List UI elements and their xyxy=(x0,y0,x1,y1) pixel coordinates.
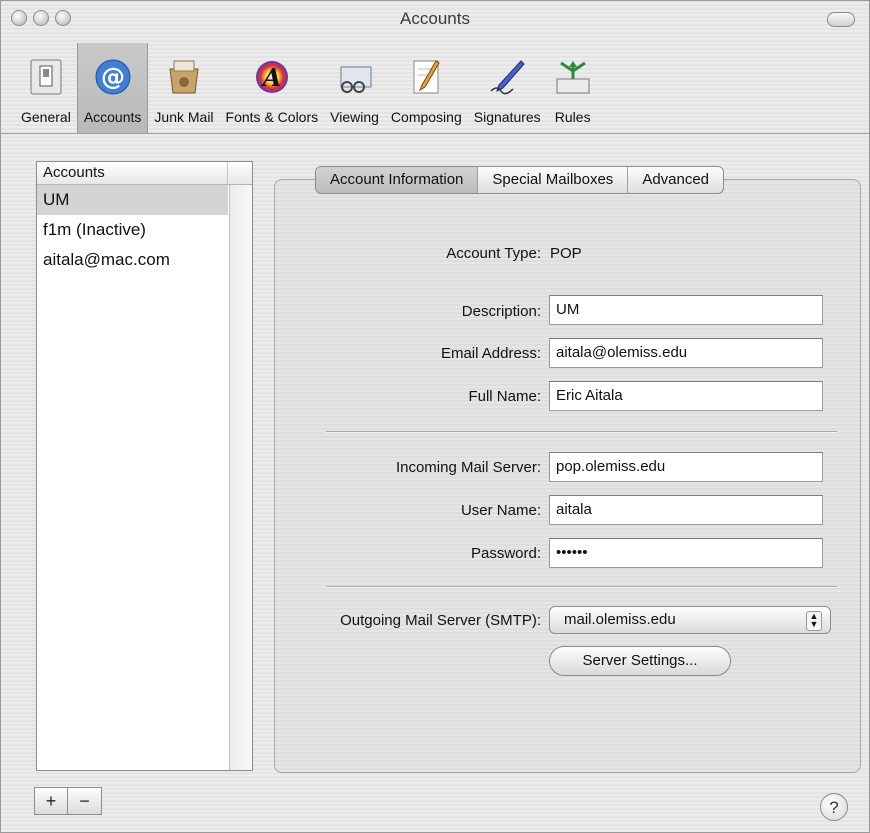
at-sign-icon: @ xyxy=(93,57,133,97)
accounts-scrollbar[interactable] xyxy=(229,185,252,770)
email-address-label: Email Address: xyxy=(440,345,541,362)
toolbar-label: Rules xyxy=(554,109,591,125)
incoming-server-label: Incoming Mail Server: xyxy=(395,459,541,476)
composing-icon xyxy=(406,57,446,97)
svg-text:A: A xyxy=(261,63,282,92)
toolbar-label: Junk Mail xyxy=(154,109,214,125)
section-divider xyxy=(326,431,837,433)
account-row-mac[interactable]: aitala@mac.com xyxy=(37,245,228,275)
toolbar-toggle-button[interactable] xyxy=(827,12,855,27)
tab-special-mailboxes[interactable]: Special Mailboxes xyxy=(477,167,627,193)
junk-mail-icon xyxy=(164,57,204,97)
help-button[interactable]: ? xyxy=(820,793,848,821)
add-account-button[interactable]: + xyxy=(34,787,68,815)
toolbar-divider xyxy=(1,133,869,134)
rules-icon xyxy=(553,57,593,97)
tab-account-information[interactable]: Account Information xyxy=(316,167,478,193)
toolbar-composing[interactable]: Composing xyxy=(385,43,468,133)
tab-advanced[interactable]: Advanced xyxy=(627,167,723,193)
smtp-server-value: mail.olemiss.edu xyxy=(564,611,676,628)
account-row-um[interactable]: UM xyxy=(37,185,228,215)
zoom-button[interactable] xyxy=(55,10,71,26)
fonts-colors-icon: A xyxy=(252,57,292,97)
section-divider xyxy=(326,586,837,588)
accounts-list[interactable]: Accounts UM f1m (Inactive) aitala@mac.co… xyxy=(36,161,253,771)
minimize-button[interactable] xyxy=(33,10,49,26)
account-add-remove: + − xyxy=(34,787,102,815)
svg-text:@: @ xyxy=(101,63,125,91)
incoming-server-field[interactable]: pop.olemiss.edu xyxy=(549,452,823,482)
toolbar-general[interactable]: General xyxy=(15,43,77,133)
toolbar-label: Composing xyxy=(390,109,462,125)
description-label: Description: xyxy=(461,303,541,320)
full-name-field[interactable]: Eric Aitala xyxy=(549,381,823,411)
toolbar-label: Fonts & Colors xyxy=(225,109,319,125)
full-name-label: Full Name: xyxy=(468,388,541,405)
toolbar-label: Signatures xyxy=(473,109,541,125)
toolbar-signatures[interactable]: Signatures xyxy=(468,43,547,133)
window-controls xyxy=(11,10,71,26)
signature-pen-icon xyxy=(487,57,527,97)
email-address-field[interactable]: aitala@olemiss.edu xyxy=(549,338,823,368)
user-name-label: User Name: xyxy=(460,502,541,519)
toolbar-junk-mail[interactable]: Junk Mail xyxy=(148,43,219,133)
title-bar: Accounts xyxy=(1,1,869,37)
account-type-label: Account Type: xyxy=(446,245,541,262)
up-down-arrows-icon: ▲ ▼ xyxy=(806,611,822,631)
viewing-icon xyxy=(335,57,375,97)
password-field[interactable]: •••••• xyxy=(549,538,823,568)
toolbar-rules[interactable]: Rules xyxy=(547,43,599,133)
password-label: Password: xyxy=(470,545,541,562)
accounts-column-header: Accounts xyxy=(43,162,228,184)
description-field[interactable]: UM xyxy=(549,295,823,325)
tab-bar: Account Information Special Mailboxes Ad… xyxy=(315,166,725,194)
window-title: Accounts xyxy=(400,9,470,28)
close-button[interactable] xyxy=(11,10,27,26)
server-settings-button[interactable]: Server Settings... xyxy=(549,646,731,676)
toolbar-accounts[interactable]: @ Accounts xyxy=(76,43,149,133)
toolbar-label: Viewing xyxy=(330,109,379,125)
toolbar-label: Accounts xyxy=(83,109,142,125)
user-name-field[interactable]: aitala xyxy=(549,495,823,525)
accounts-list-header[interactable]: Accounts xyxy=(37,162,252,185)
toolbar-label: General xyxy=(21,109,71,125)
general-switch-icon xyxy=(26,57,66,97)
smtp-server-select[interactable]: mail.olemiss.edu ▲ ▼ xyxy=(549,606,831,634)
preferences-window: Accounts General @ Accounts Junk Mail A xyxy=(0,0,870,833)
preferences-toolbar: General @ Accounts Junk Mail A Fonts & C… xyxy=(1,41,869,133)
account-type-value: POP xyxy=(550,245,582,262)
smtp-label: Outgoing Mail Server (SMTP): xyxy=(340,612,541,629)
account-row-f1m[interactable]: f1m (Inactive) xyxy=(37,215,228,245)
toolbar-fonts-colors[interactable]: A Fonts & Colors xyxy=(220,43,325,133)
remove-account-button[interactable]: − xyxy=(68,787,102,815)
toolbar-viewing[interactable]: Viewing xyxy=(324,43,385,133)
